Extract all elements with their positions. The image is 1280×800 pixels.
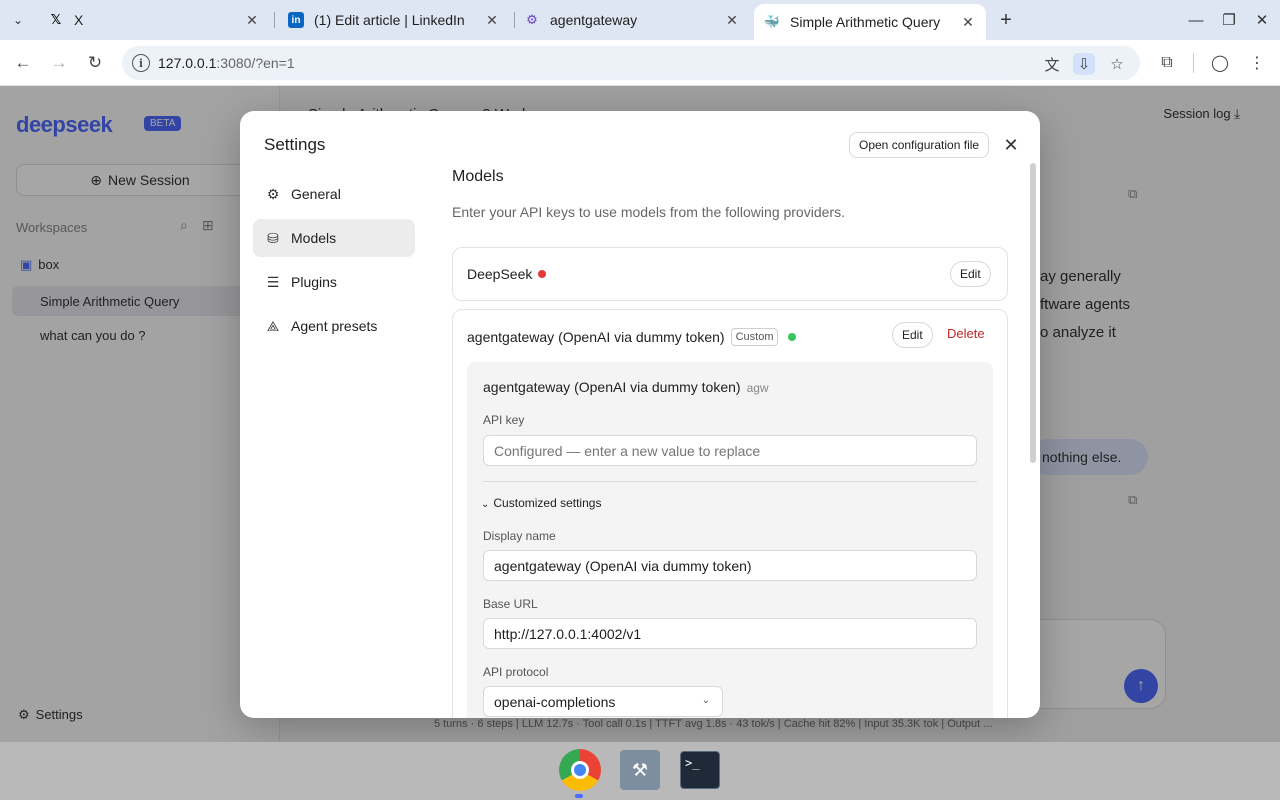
modal-title: Settings [264,135,326,154]
x-logo-icon: 𝕏 [50,12,62,27]
deepseek-logo-icon: 🐳 [763,14,781,29]
chevron-down-icon: ⌄ [481,499,490,510]
divider [483,481,977,482]
api-protocol-select[interactable]: openai-completions ⌄ [483,686,723,717]
settings-nav-models[interactable]: ⛁ Models [253,219,415,257]
agentgateway-logo-icon: ⚙ [526,12,538,27]
taskbar-terminal[interactable]: >_ [676,746,724,794]
tab-agentgateway[interactable]: ⚙ agentgateway ✕ [514,6,750,34]
tab-search-icon[interactable]: ⌄ [6,8,30,32]
close-icon[interactable]: ✕ [1001,135,1021,155]
api-protocol-label: API protocol [483,665,549,679]
provider-slug: agw [746,381,769,395]
window-close-icon[interactable]: ✕ [1250,8,1274,32]
models-subheading: Enter your API keys to use models from t… [452,204,845,220]
provider-detail-panel: agentgateway (OpenAI via dummy token) agw… [467,362,993,718]
provider-card-deepseek: DeepSeek Edit [452,247,1008,301]
extensions-icon[interactable]: ⧉ [1155,51,1179,75]
agent-icon: ⟁ [266,317,280,334]
edit-button[interactable]: Edit [892,322,933,348]
provider-name: agentgateway (OpenAI via dummy token) Cus… [467,328,797,347]
settings-nav-agent-presets[interactable]: ⟁ Agent presets [253,307,415,345]
profile-icon[interactable]: ◯ [1208,51,1232,75]
running-indicator [575,794,583,798]
models-heading: Models [452,168,504,185]
edit-button[interactable]: Edit [950,261,991,287]
status-dot [788,333,797,342]
reload-icon[interactable]: ↻ [83,51,107,75]
scrollbar[interactable] [1030,163,1036,463]
chrome-icon [559,749,601,791]
more-menu-icon[interactable]: ⋮ [1245,51,1269,75]
provider-name: DeepSeek [467,266,547,282]
base-url-label: Base URL [483,597,538,611]
status-dot [538,270,547,279]
display-name-label: Display name [483,529,556,543]
translate-icon[interactable]: 文 [1041,53,1063,75]
api-key-input[interactable] [483,435,977,466]
tab-linkedin[interactable]: in (1) Edit article | LinkedIn ✕ [278,6,510,34]
browser-toolbar: ← → ↻ i 127.0.0.1:3080/?en=1 文 ⇩ ☆ ⧉ ◯ ⋮ [0,40,1280,86]
gear-icon: ⚙ [266,185,280,202]
custom-badge: Custom [730,328,779,347]
toolbar-separator [1193,53,1194,73]
taskbar-chrome[interactable] [556,746,604,794]
browser-tabstrip: ⌄ 𝕏 X ✕ in (1) Edit article | LinkedIn ✕… [0,0,1280,40]
forward-icon[interactable]: → [47,51,71,75]
new-tab-icon[interactable]: + [994,8,1018,32]
restore-icon[interactable]: ❐ [1217,8,1241,32]
database-icon: ⛁ [267,229,279,246]
base-url-input[interactable]: http://127.0.0.1:4002/v1 [483,618,977,649]
bookmark-star-icon[interactable]: ☆ [1106,53,1128,75]
back-icon[interactable]: ← [11,51,35,75]
customized-settings-toggle[interactable]: ⌄ Customized settings [481,496,601,510]
install-app-icon[interactable]: ⇩ [1073,53,1095,75]
taskbar-tool[interactable]: ⚒ [616,746,664,794]
tab-simple-arithmetic-query[interactable]: 🐳 Simple Arithmetic Query ✕ [754,4,986,40]
tab-x[interactable]: 𝕏 X ✕ [38,6,270,34]
linkedin-icon: in [288,12,304,28]
close-icon[interactable]: ✕ [724,12,740,28]
detail-title: agentgateway (OpenAI via dummy token) agw [483,379,769,395]
minimize-icon[interactable]: — [1184,8,1208,32]
delete-button[interactable]: Delete [947,326,985,341]
close-icon[interactable]: ✕ [244,12,260,28]
taskbar: ⚒ >_ [0,742,1280,800]
api-key-label: API key [483,413,525,427]
sliders-icon: ☰ [266,273,280,290]
close-icon[interactable]: ✕ [960,14,976,30]
url-text[interactable]: 127.0.0.1:3080/?en=1 [158,55,295,71]
site-info-icon[interactable]: i [132,54,150,72]
settings-nav-general[interactable]: ⚙ General [253,175,415,213]
close-icon[interactable]: ✕ [484,12,500,28]
toolbox-icon: ⚒ [620,750,660,790]
address-bar[interactable]: i 127.0.0.1:3080/?en=1 文 ⇩ ☆ [122,46,1140,80]
provider-card-agentgateway: agentgateway (OpenAI via dummy token) Cus… [452,309,1008,718]
open-config-button[interactable]: Open configuration file [849,132,990,158]
display-name-input[interactable]: agentgateway (OpenAI via dummy token) [483,550,977,581]
tab-separator [274,12,275,28]
terminal-icon: >_ [680,751,720,789]
chevron-down-icon: ⌄ [701,695,710,706]
settings-modal: Settings Open configuration file ✕ ⚙ Gen… [240,111,1040,718]
settings-nav-plugins[interactable]: ☰ Plugins [253,263,415,301]
